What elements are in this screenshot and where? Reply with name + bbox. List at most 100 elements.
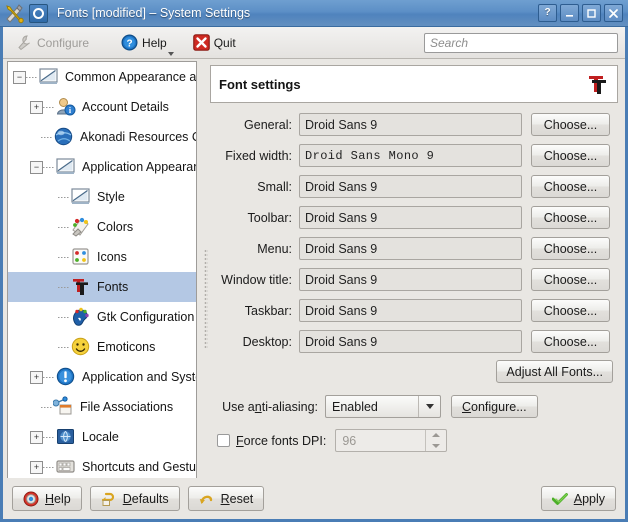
choose-font-button[interactable]: Choose...	[531, 237, 610, 260]
font-preview-field: Droid Sans Mono 9	[299, 144, 522, 167]
tree-leaf-marker	[30, 402, 41, 413]
choose-font-button[interactable]: Choose...	[531, 113, 610, 136]
help-circle-icon: ?	[121, 34, 138, 51]
sidebar-item-label: Colors	[97, 220, 134, 234]
choose-font-button[interactable]: Choose...	[531, 144, 610, 167]
sidebar-item-application-appearanc[interactable]: − Application Appearanc	[8, 152, 196, 182]
sidebar-item-gtk-configuration[interactable]: Gtk Configuration	[8, 302, 196, 332]
font-row: Window title: Droid Sans 9 Choose...	[210, 267, 618, 292]
minimize-window-button[interactable]	[560, 4, 579, 22]
sidebar-item-label: Application Appearanc	[82, 160, 196, 174]
choose-font-button[interactable]: Choose...	[531, 175, 610, 198]
antialiasing-label: Use anti-aliasing:	[222, 399, 318, 414]
tree-connector	[58, 256, 70, 258]
font-row: General: Droid Sans 9 Choose...	[210, 112, 618, 137]
sidebar-item-label: Common Appearance and	[65, 70, 196, 84]
choose-font-label: Choose...	[543, 334, 598, 349]
sidebar-item-style[interactable]: Style	[8, 182, 196, 212]
tree-collapse-icon[interactable]: −	[13, 70, 26, 84]
defaults-button[interactable]: Defaults	[89, 486, 180, 511]
sidebar-item-label: Shortcuts and Gesture	[82, 460, 196, 474]
check-green-icon	[551, 491, 568, 507]
tree-expand-icon[interactable]: +	[30, 370, 43, 384]
sidebar-item-akonadi-resources-co[interactable]: Akonadi Resources Co	[8, 122, 196, 152]
font-row-label: Toolbar:	[247, 210, 292, 225]
sidebar-item-fonts[interactable]: Fonts	[8, 272, 196, 302]
antialiasing-select[interactable]: Enabled	[325, 395, 441, 418]
close-red-icon	[192, 34, 210, 51]
window-controls: ?	[538, 4, 623, 22]
help-icon: ?	[544, 7, 551, 18]
locale-icon	[55, 426, 77, 448]
font-row-label: General:	[244, 117, 292, 132]
stepper-down-icon[interactable]	[426, 441, 446, 452]
sidebar-item-label: Application and System	[82, 370, 196, 384]
font-preview-field: Droid Sans 9	[299, 330, 522, 353]
sidebar-item-colors[interactable]: Colors	[8, 212, 196, 242]
adjust-all-fonts-button[interactable]: Adjust All Fonts...	[496, 360, 613, 383]
sidebar-item-icons[interactable]: Icons	[8, 242, 196, 272]
force-dpi-stepper[interactable]: 96	[335, 429, 448, 452]
close-window-button[interactable]	[604, 4, 623, 22]
sidebar-item-locale[interactable]: + Locale	[8, 422, 196, 452]
sidebar-item-common-appearance-and[interactable]: − Common Appearance and	[8, 62, 196, 92]
sidebar-item-account-details[interactable]: + i Account Details	[8, 92, 196, 122]
antialiasing-configure-button[interactable]: Configure...	[451, 395, 538, 418]
reset-button[interactable]: Reset	[187, 486, 265, 511]
icons-grid-icon	[70, 246, 92, 268]
stepper-up-icon[interactable]	[426, 430, 446, 441]
panel-splitter[interactable]	[201, 59, 210, 519]
apply-button[interactable]: Apply	[540, 486, 616, 511]
configure-button[interactable]: Configure	[9, 30, 96, 56]
help-button[interactable]: ? Help	[114, 30, 174, 56]
tree-connector	[58, 196, 70, 198]
tree-expand-icon[interactable]: +	[30, 430, 43, 444]
font-row: Desktop: Droid Sans 9 Choose...	[210, 329, 618, 354]
sidebar-item-label: Locale	[82, 430, 119, 444]
font-t-icon	[70, 276, 92, 298]
tree-leaf-marker	[47, 312, 58, 323]
chevron-down-icon[interactable]	[167, 51, 174, 56]
choose-font-button[interactable]: Choose...	[531, 206, 610, 229]
system-settings-window: Fonts [modified] – System Settings ? Con…	[0, 0, 628, 522]
sidebar-item-emoticons[interactable]: Emoticons	[8, 332, 196, 362]
font-preview-field: Droid Sans 9	[299, 206, 522, 229]
sidebar-item-application-and-system[interactable]: + Application and System	[8, 362, 196, 392]
maximize-window-button[interactable]	[582, 4, 601, 22]
sidebar-item-file-associations[interactable]: File Associations	[8, 392, 196, 422]
reset-undo-icon	[199, 491, 215, 507]
tree-expand-icon[interactable]: +	[30, 460, 43, 474]
tree-connector	[58, 286, 70, 288]
tree-leaf-marker	[30, 132, 41, 143]
dialog-button-bar: Help Defaults Reset Apply	[3, 478, 625, 519]
settings-tree[interactable]: − Common Appearance and + i Account Details A…	[7, 61, 197, 491]
globe-icon	[53, 126, 75, 148]
user-icon: i	[55, 96, 77, 118]
svg-text:?: ?	[126, 38, 132, 49]
monitor-icon	[70, 186, 92, 208]
stepper-arrows[interactable]	[425, 430, 446, 451]
tree-collapse-icon[interactable]: −	[30, 160, 43, 174]
search-input[interactable]: Search	[424, 32, 618, 53]
adjust-all-fonts-label: Adjust All Fonts...	[506, 364, 603, 379]
chevron-down-icon[interactable]	[418, 396, 440, 417]
tools-icon	[3, 2, 27, 24]
choose-font-button[interactable]: Choose...	[531, 268, 610, 291]
main-panel: Font settings General: Droid Sans 9 Choose…	[210, 59, 625, 519]
choose-font-label: Choose...	[543, 148, 598, 163]
sidebar: − Common Appearance and + i Account Details A…	[3, 59, 201, 519]
quit-button[interactable]: Quit	[186, 30, 243, 56]
help-button-bottom[interactable]: Help	[12, 486, 82, 511]
help-window-button[interactable]: ?	[538, 4, 557, 22]
tree-leaf-marker	[47, 282, 58, 293]
choose-font-button[interactable]: Choose...	[531, 330, 610, 353]
choose-font-button[interactable]: Choose...	[531, 299, 610, 322]
tree-expand-icon[interactable]: +	[30, 100, 43, 114]
tree-connector	[43, 376, 55, 378]
sidebar-item-label: Icons	[97, 250, 127, 264]
page-title: Font settings	[219, 76, 301, 92]
force-dpi-checkbox[interactable]	[217, 434, 230, 447]
font-preview-field: Droid Sans 9	[299, 268, 522, 291]
